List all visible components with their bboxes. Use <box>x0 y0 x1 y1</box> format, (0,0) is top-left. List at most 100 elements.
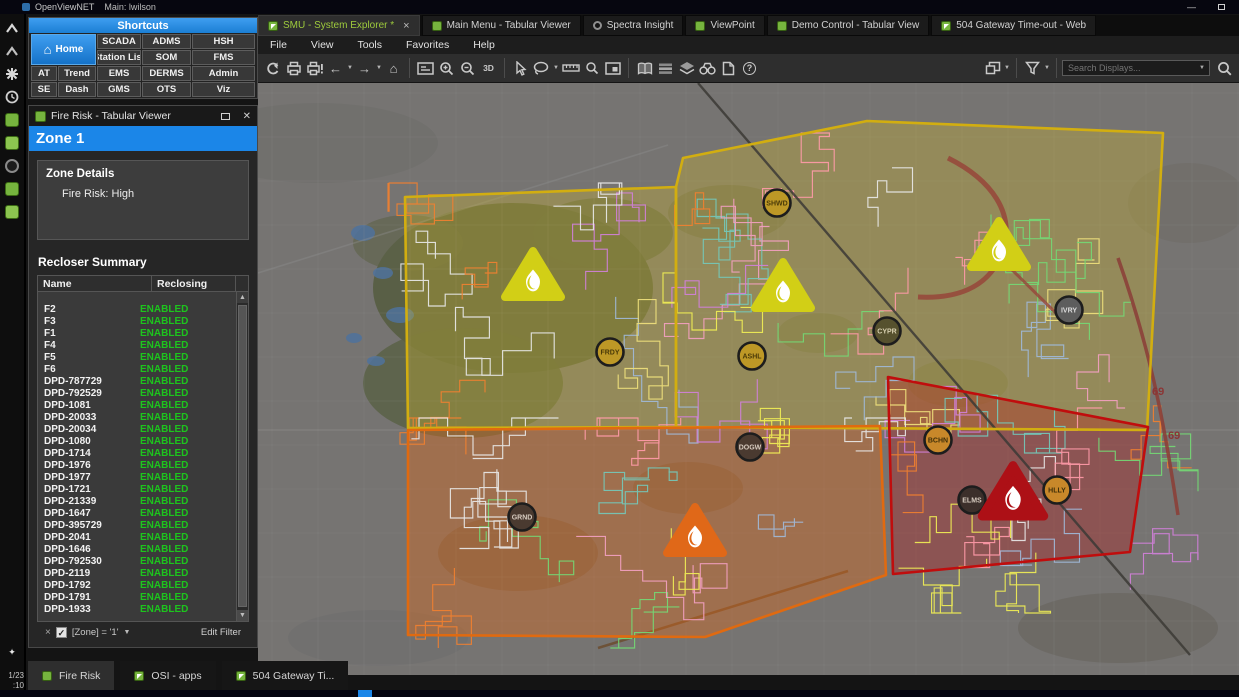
table-row[interactable]: DPD-787729 ENABLED <box>38 376 236 388</box>
app-icon-green-4[interactable] <box>3 203 21 221</box>
book-panel-icon[interactable] <box>634 57 655 79</box>
menu-item-file[interactable]: File <box>258 39 299 51</box>
zoom-in-icon[interactable] <box>436 57 457 79</box>
layers-icon[interactable] <box>676 57 697 79</box>
table-row[interactable]: DPD-1792 ENABLED <box>38 580 236 592</box>
shortcut-ots-button[interactable]: OTS <box>142 82 191 97</box>
forward-icon[interactable]: → <box>354 57 375 79</box>
document-tab-smu-system-explorer[interactable]: SMU - System Explorer * × <box>258 15 420 36</box>
pointer-icon[interactable] <box>510 57 531 79</box>
taskbar-tab-504-gateway-ti[interactable]: 504 Gateway Ti... <box>221 661 349 690</box>
layer-list-icon[interactable] <box>655 57 676 79</box>
shortcut-dash-button[interactable]: Dash <box>58 82 96 97</box>
shortcut-fms-button[interactable]: FMS <box>192 50 255 65</box>
menu-item-help[interactable]: Help <box>461 39 507 51</box>
menu-item-favorites[interactable]: Favorites <box>394 39 461 51</box>
shortcut-trend-button[interactable]: Trend <box>58 66 96 81</box>
column-header-name[interactable]: Name <box>38 276 152 291</box>
display-window-icon[interactable] <box>415 57 436 79</box>
scroll-down-button[interactable]: ▼ <box>237 610 248 621</box>
tab-close-icon[interactable]: × <box>403 20 409 32</box>
table-row[interactable]: DPD-1080 ENABLED <box>38 436 236 448</box>
shortcut-se-button[interactable]: SE <box>31 82 57 97</box>
table-row[interactable]: F1 ENABLED <box>38 328 236 340</box>
refresh-icon[interactable] <box>262 57 283 79</box>
app-icon-green-1[interactable] <box>3 111 21 129</box>
menu-item-tools[interactable]: Tools <box>346 39 395 51</box>
filter-expression[interactable]: [Zone] = '1' <box>72 627 119 638</box>
filter-checkbox[interactable]: ✓ <box>55 627 67 638</box>
back-icon[interactable]: ← <box>325 57 346 79</box>
table-row[interactable]: DPD-1791 ENABLED <box>38 592 236 604</box>
search-displays-combo[interactable]: ▼ <box>1062 60 1210 76</box>
scroll-up-button[interactable]: ▲ <box>237 292 248 303</box>
window-minimize-button[interactable]: — <box>1187 2 1196 12</box>
shortcut-admin-button[interactable]: Admin <box>192 66 255 81</box>
window-layout-caret[interactable]: ▼ <box>1003 57 1011 79</box>
table-row[interactable]: F6 ENABLED <box>38 364 236 376</box>
table-row[interactable]: DPD-20033 ENABLED <box>38 412 236 424</box>
table-row[interactable]: F2 ENABLED <box>38 304 236 316</box>
table-row[interactable]: DPD-1646 ENABLED <box>38 544 236 556</box>
shortcut-derms-button[interactable]: DERMS <box>142 66 191 81</box>
scroll-thumb[interactable] <box>238 305 247 607</box>
filter-funnel-icon[interactable] <box>1022 57 1043 79</box>
filter-dropdown-icon[interactable]: ▼ <box>124 629 131 636</box>
nav-chevron-icon-1[interactable] <box>3 19 21 37</box>
back-dropdown-caret[interactable]: ▼ <box>346 57 354 79</box>
app-icon-green-2[interactable] <box>3 134 21 152</box>
map-canvas[interactable]: 69 69 SHWD FRDY ASHL CYPR IVRY DOGW GRND BCHN ELMS… <box>258 83 1239 675</box>
print-with-options-icon[interactable] <box>304 57 325 79</box>
shortcuts-header[interactable]: Shortcuts <box>29 18 257 33</box>
column-header-reclosing[interactable]: Reclosing <box>152 276 236 291</box>
table-row[interactable]: DPD-2041 ENABLED <box>38 532 236 544</box>
help-icon[interactable]: ? <box>739 57 760 79</box>
shortcut-scada-button[interactable]: SCADA <box>97 34 141 49</box>
table-row[interactable]: F3 ENABLED <box>38 316 236 328</box>
shortcut-station-list-button[interactable]: Station List <box>97 50 141 65</box>
document-tab-viewpoint[interactable]: ViewPoint <box>685 15 765 36</box>
table-row[interactable]: DPD-1721 ENABLED <box>38 484 236 496</box>
forward-dropdown-caret[interactable]: ▼ <box>375 57 383 79</box>
table-row[interactable]: DPD-1933 ENABLED <box>38 604 236 616</box>
measure-icon[interactable] <box>560 57 581 79</box>
print-icon[interactable] <box>283 57 304 79</box>
search-displays-input[interactable] <box>1066 62 1199 74</box>
shortcut-home-button[interactable]: ⌂ Home <box>31 34 96 65</box>
table-scrollbar[interactable]: ▲ ▼ <box>236 292 248 621</box>
document-tab-main-menu-tabular-viewer[interactable]: Main Menu - Tabular Viewer <box>421 15 581 36</box>
table-row[interactable]: DPD-395729 ENABLED <box>38 520 236 532</box>
table-row[interactable]: F4 ENABLED <box>38 340 236 352</box>
shortcut-at-button[interactable]: AT <box>31 66 57 81</box>
shortcut-gms-button[interactable]: GMS <box>97 82 141 97</box>
table-row[interactable]: DPD-792530 ENABLED <box>38 556 236 568</box>
table-row[interactable]: DPD-2119 ENABLED <box>38 568 236 580</box>
table-row[interactable]: DPD-21339 ENABLED <box>38 496 236 508</box>
lasso-select-icon[interactable] <box>531 57 552 79</box>
window-layout-icon[interactable] <box>982 57 1003 79</box>
table-row[interactable]: DPD-1081 ENABLED <box>38 400 236 412</box>
edit-filter-button[interactable]: Edit Filter <box>201 627 241 638</box>
spectra-app-icon[interactable] <box>3 157 21 175</box>
overview-window-icon[interactable] <box>602 57 623 79</box>
view-3d-button[interactable]: 3D <box>478 57 499 79</box>
table-row[interactable]: DPD-1977 ENABLED <box>38 472 236 484</box>
filter-remove-icon[interactable]: × <box>45 627 51 638</box>
table-row[interactable]: DPD-1714 ENABLED <box>38 448 236 460</box>
lasso-dropdown-caret[interactable]: ▼ <box>552 57 560 79</box>
document-tab-spectra-insight[interactable]: Spectra Insight <box>582 15 684 36</box>
zoom-out-icon[interactable] <box>457 57 478 79</box>
document-tab-demo-control-tabular-view[interactable]: Demo Control - Tabular View <box>766 15 930 36</box>
table-row[interactable]: DPD-20034 ENABLED <box>38 424 236 436</box>
panel-close-button[interactable]: ✕ <box>243 111 251 122</box>
search-go-icon[interactable] <box>1214 57 1235 79</box>
document-tab-504-gateway-time-out-web[interactable]: 504 Gateway Time-out - Web <box>931 15 1097 36</box>
table-row[interactable]: F5 ENABLED <box>38 352 236 364</box>
app-icon-green-3[interactable] <box>3 180 21 198</box>
panel-restore-button[interactable] <box>220 112 230 120</box>
nav-chevron-icon-2[interactable] <box>3 42 21 60</box>
shortcut-adms-button[interactable]: ADMS <box>142 34 191 49</box>
table-row[interactable]: DPD-1976 ENABLED <box>38 460 236 472</box>
map-viewport[interactable]: 69 69 SHWD FRDY ASHL CYPR IVRY DOGW GRND BCHN ELMS… <box>258 83 1239 675</box>
document-icon[interactable] <box>718 57 739 79</box>
